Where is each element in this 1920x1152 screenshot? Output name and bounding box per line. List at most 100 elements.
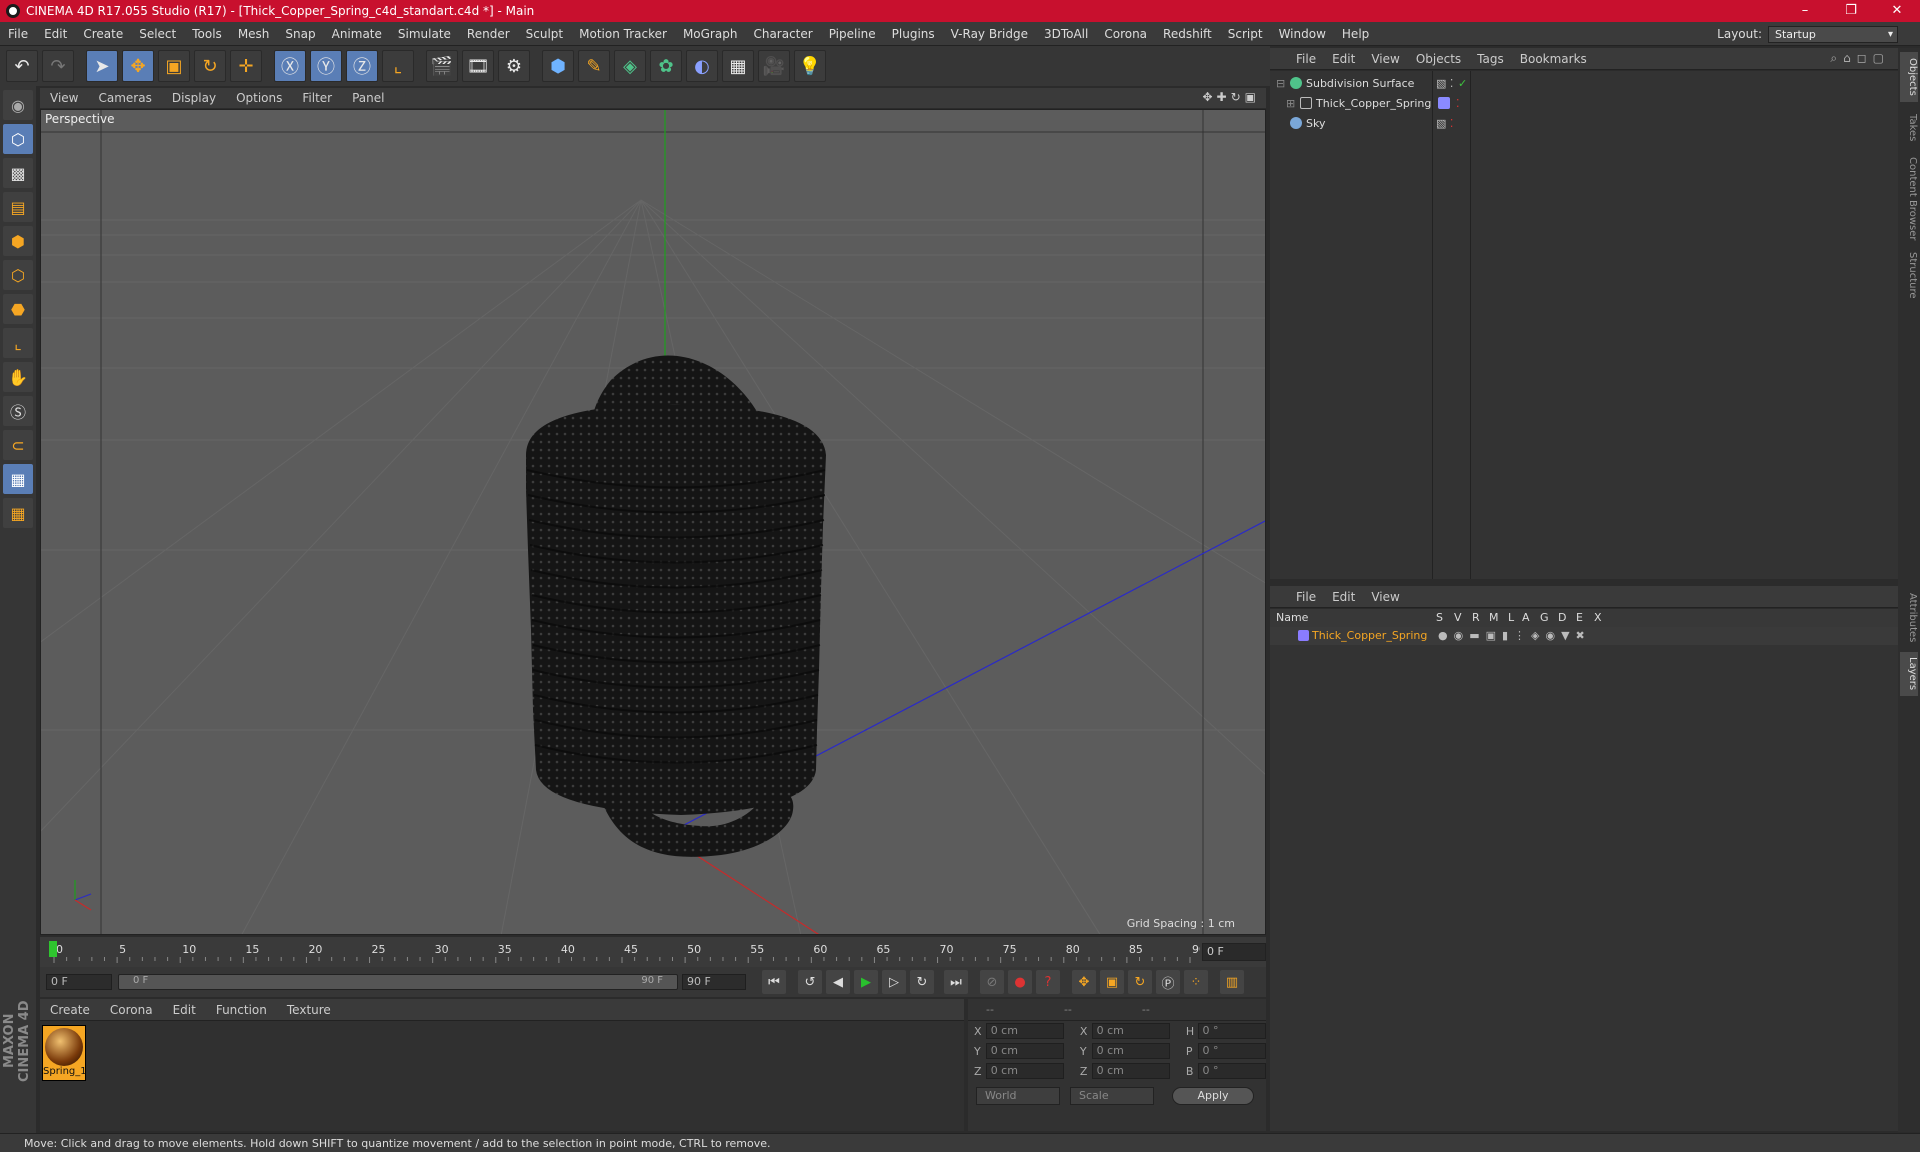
material-menu-edit[interactable]: Edit (163, 1003, 206, 1017)
menu-plugins[interactable]: Plugins (884, 27, 943, 41)
side-tab-attributes[interactable]: Attributes (1900, 588, 1918, 648)
end-frame-field[interactable]: 90 F (682, 974, 746, 990)
layer-name[interactable]: Thick_Copper_Spring (1312, 629, 1427, 642)
object-menu-file[interactable]: File (1288, 52, 1324, 66)
object-manager-search-icons[interactable]: ⌕⌂◻▢ (1830, 51, 1890, 66)
layer-menu-edit[interactable]: Edit (1324, 590, 1363, 604)
close-button[interactable]: ✕ (1874, 0, 1920, 22)
layer-menu-view[interactable]: View (1363, 590, 1407, 604)
menu-mesh[interactable]: Mesh (230, 27, 278, 41)
side-tab-structure[interactable]: Structure (1900, 248, 1918, 302)
position-y-field[interactable]: 0 cm (985, 1043, 1064, 1059)
material-menu-function[interactable]: Function (206, 1003, 277, 1017)
object-menu-edit[interactable]: Edit (1324, 52, 1363, 66)
perspective-viewport[interactable]: Perspective Grid Spacing : 1 cm (40, 109, 1266, 935)
coordinate-system-icon[interactable]: ⌞ (382, 50, 414, 82)
rotation-p-field[interactable]: 0 ° (1197, 1043, 1266, 1059)
position-z-field[interactable]: 0 cm (985, 1063, 1064, 1079)
side-tab-content-browser[interactable]: Content Browser (1900, 154, 1918, 244)
key-scale-icon[interactable]: ▣ (1100, 970, 1124, 994)
thick-copper-spring-model[interactable] (526, 355, 826, 857)
pen-spline-icon[interactable]: ✎ (578, 50, 610, 82)
next-frame-icon[interactable]: ▷ (882, 970, 906, 994)
menu-vray-bridge[interactable]: V-Ray Bridge (943, 27, 1036, 41)
menu-mograph[interactable]: MoGraph (675, 27, 746, 41)
floor-scene-icon[interactable]: ▦ (722, 50, 754, 82)
start-frame-field[interactable]: 0 F (46, 974, 112, 990)
layer-menu-file[interactable]: File (1288, 590, 1324, 604)
frame-range-slider[interactable]: 0 F 90 F (118, 974, 678, 990)
redo-icon[interactable]: ↷ (42, 50, 74, 82)
menu-create[interactable]: Create (75, 27, 131, 41)
object-menu-view[interactable]: View (1363, 52, 1407, 66)
edges-mode-icon[interactable]: ⬡ (3, 260, 33, 290)
expand-toggle-icon[interactable]: ⊟ (1276, 77, 1285, 90)
solo-mode-icon[interactable]: Ⓢ (3, 396, 33, 426)
material-menu-corona[interactable]: Corona (100, 1003, 163, 1017)
x-axis-lock-icon[interactable]: Ⓧ (274, 50, 306, 82)
live-move-icon[interactable]: ✛ (230, 50, 262, 82)
go-to-start-icon[interactable]: ⏮ (762, 970, 786, 994)
layer-color-swatch[interactable] (1298, 630, 1309, 641)
model-mode-icon[interactable]: ⬡ (3, 124, 33, 154)
layout-select[interactable]: Startup (1768, 25, 1898, 43)
viewport-navigation-icons[interactable]: ✥✚↻▣ (1202, 90, 1260, 104)
object-row-sky[interactable]: Sky ▧ ⁚ (1270, 113, 1898, 133)
menu-help[interactable]: Help (1334, 27, 1377, 41)
side-tab-takes[interactable]: Takes (1900, 108, 1918, 148)
axis-mode-icon[interactable]: ⌞ (3, 328, 33, 358)
key-pla-icon[interactable]: ⁘ (1184, 970, 1208, 994)
material-thumbnail[interactable]: Spring_1 (42, 1025, 87, 1081)
play-forward-icon[interactable]: ▶ (854, 970, 878, 994)
apply-button[interactable]: Apply (1172, 1087, 1254, 1105)
object-row-subdivision-surface[interactable]: ⊟ Subdivision Surface ▧ ⁚ ✓ (1270, 73, 1898, 93)
snap-magnet-icon[interactable]: ⊂ (3, 430, 33, 460)
size-y-field[interactable]: 0 cm (1091, 1043, 1170, 1059)
timeline-ruler[interactable]: 0 5 10 15 20 25 30 35 40 45 50 55 60 65 70 75 80 85 90 0 F (40, 937, 1266, 967)
menu-file[interactable]: File (0, 27, 36, 41)
next-key-icon[interactable]: ↻ (910, 970, 934, 994)
menu-corona[interactable]: Corona (1096, 27, 1155, 41)
visibility-dots-icon[interactable]: ▧ ⁚ (1436, 117, 1453, 130)
size-x-field[interactable]: 0 cm (1091, 1023, 1170, 1039)
object-menu-tags[interactable]: Tags (1469, 52, 1512, 66)
menu-edit[interactable]: Edit (36, 27, 75, 41)
expand-toggle-icon[interactable]: ⊞ (1286, 97, 1295, 110)
viewport-menu-options[interactable]: Options (226, 91, 292, 105)
menu-simulate[interactable]: Simulate (390, 27, 459, 41)
viewport-menu-display[interactable]: Display (162, 91, 226, 105)
grid-lock-icon[interactable]: ▦ (3, 464, 33, 494)
go-to-end-icon[interactable]: ⏭ (944, 970, 968, 994)
rotation-b-field[interactable]: 0 ° (1197, 1063, 1266, 1079)
make-editable-icon[interactable]: ◉ (3, 90, 33, 120)
menu-snap[interactable]: Snap (277, 27, 323, 41)
y-axis-lock-icon[interactable]: Ⓨ (310, 50, 342, 82)
key-parameter-icon[interactable]: Ⓟ (1156, 970, 1180, 994)
visibility-dots-icon[interactable]: ⁚ (1456, 97, 1460, 110)
viewport-menu-filter[interactable]: Filter (292, 91, 342, 105)
render-picture-viewer-icon[interactable]: 🎞 (462, 50, 494, 82)
size-mode-dropdown[interactable]: Scale (1070, 1087, 1154, 1105)
object-menu-bookmarks[interactable]: Bookmarks (1512, 52, 1595, 66)
menu-redshift[interactable]: Redshift (1155, 27, 1220, 41)
side-tab-objects[interactable]: Objects (1900, 52, 1918, 102)
move-tool-icon[interactable]: ✥ (122, 50, 154, 82)
enabled-check-icon[interactable]: ✓ (1458, 77, 1467, 90)
menu-script[interactable]: Script (1220, 27, 1271, 41)
menu-render[interactable]: Render (459, 27, 518, 41)
render-view-icon[interactable]: 🎬 (426, 50, 458, 82)
scale-tool-icon[interactable]: ▣ (158, 50, 190, 82)
object-row-thick-copper-spring[interactable]: ⊞ Thick_Copper_Spring ⁚ (1270, 93, 1898, 113)
undo-icon[interactable]: ↶ (6, 50, 38, 82)
viewport-menu-panel[interactable]: Panel (342, 91, 394, 105)
record-disabled-icon[interactable]: ⊘ (980, 970, 1004, 994)
timeline-window-icon[interactable]: ▥ (1220, 970, 1244, 994)
material-menu-texture[interactable]: Texture (277, 1003, 341, 1017)
workplane-icon[interactable]: ▤ (3, 192, 33, 222)
subdivision-generator-icon[interactable]: ◈ (614, 50, 646, 82)
position-x-field[interactable]: 0 cm (985, 1023, 1064, 1039)
layer-toggle-icons[interactable]: ●◉▬▣▮⋮◈◉▼✖ (1438, 629, 1591, 642)
menu-animate[interactable]: Animate (324, 27, 390, 41)
polygons-mode-icon[interactable]: ⬣ (3, 294, 33, 324)
minimize-button[interactable]: – (1782, 0, 1828, 22)
